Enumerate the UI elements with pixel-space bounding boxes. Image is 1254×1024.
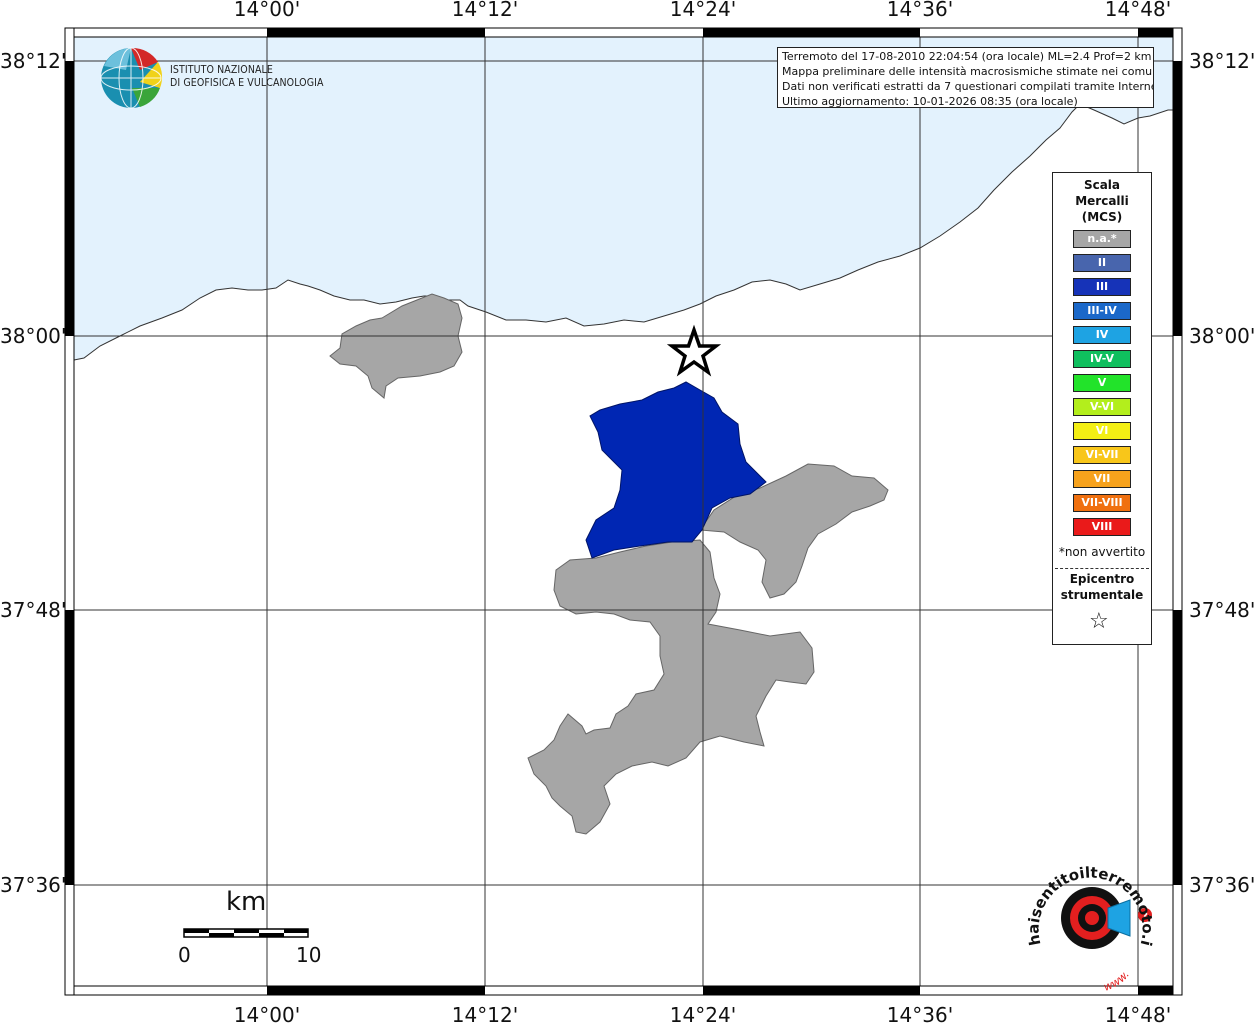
legend-item: V: [1073, 374, 1131, 392]
legend-title-line: Mercalli: [1075, 194, 1129, 208]
lat-label: 37°36': [1189, 873, 1254, 897]
legend-item: III: [1073, 278, 1131, 296]
lon-label: 14°36': [887, 0, 953, 21]
latitude-labels-right: 38°12' 38°00' 37°48' 37°36': [1189, 49, 1254, 897]
lon-label: 14°12': [452, 1003, 518, 1024]
intensity-legend: Scala Mercalli (MCS) n.a.* II III III-IV IV I…: [1052, 172, 1152, 645]
epicenter-legend-star-icon: ☆: [1089, 609, 1109, 634]
institute-line2: DI GEOFISICA E VULCANOLOGIA: [170, 77, 324, 89]
legend-item: III-IV: [1073, 302, 1131, 320]
legend-item: VII-VIII: [1073, 494, 1131, 512]
lon-label: 14°48': [1105, 1003, 1171, 1024]
lon-label: 14°24': [670, 1003, 736, 1024]
lon-label: 14°12': [452, 0, 518, 21]
legend-item: VI-VII: [1073, 446, 1131, 464]
lat-label: 38°12': [0, 49, 66, 73]
legend-item: V-VI: [1073, 398, 1131, 416]
lon-label: 14°48': [1105, 0, 1171, 21]
legend-title: Scala Mercalli (MCS): [1053, 177, 1151, 225]
scale-start: 0: [178, 943, 191, 967]
lat-label: 38°12': [1189, 49, 1254, 73]
lat-label: 38°00': [0, 324, 66, 348]
legend-epicenter-line: strumentale: [1060, 588, 1144, 602]
lat-label: 37°48': [1189, 598, 1254, 622]
legend-divider: [1055, 568, 1149, 569]
lat-label: 38°00': [1189, 324, 1254, 348]
scale-end: 10: [296, 943, 322, 967]
scale-unit: km: [226, 887, 267, 917]
event-info-line: Ultimo aggiornamento: 10-01-2026 08:35 (…: [782, 95, 1078, 108]
legend-epicenter-label: Epicentro strumentale: [1053, 571, 1151, 603]
legend-item: VIII: [1073, 518, 1131, 536]
legend-item: VI: [1073, 422, 1131, 440]
lon-label: 14°00': [234, 0, 300, 21]
lat-label: 37°36': [0, 873, 66, 897]
lon-label: 14°36': [887, 1003, 953, 1024]
scale-bar: [183, 928, 309, 938]
legend-title-line: (MCS): [1081, 210, 1123, 224]
institute-name: ISTITUTO NAZIONALE DI GEOFISICA E VULCAN…: [170, 64, 324, 90]
ingv-globe-icon: [100, 47, 163, 109]
event-info-line: Dati non verificati estratti da 7 questi…: [782, 80, 1154, 93]
event-info-box: Terremoto del 17-08-2010 22:04:54 (ora l…: [777, 47, 1154, 108]
legend-title-line: Scala: [1083, 178, 1121, 192]
lon-label: 14°00': [234, 1003, 300, 1024]
latitude-labels-left: 38°12' 38°00' 37°48' 37°36': [0, 49, 66, 897]
legend-item: IV-V: [1073, 350, 1131, 368]
longitude-labels-top: 14°00' 14°12' 14°24' 14°36' 14°48': [234, 0, 1171, 21]
legend-item: VII: [1073, 470, 1131, 488]
legend-item: n.a.*: [1073, 230, 1131, 248]
event-info-line: Terremoto del 17-08-2010 22:04:54 (ora l…: [782, 50, 1152, 63]
institute-line1: ISTITUTO NAZIONALE: [170, 64, 273, 76]
municipality-not-felt: [329, 293, 463, 399]
legend-item: II: [1073, 254, 1131, 272]
lat-label: 37°48': [0, 598, 66, 622]
legend-item: IV: [1073, 326, 1131, 344]
event-info-line: Mappa preliminare delle intensità macros…: [782, 65, 1154, 78]
legend-epicenter-line: Epicentro: [1069, 572, 1135, 586]
longitude-labels-bottom: 14°00' 14°12' 14°24' 14°36' 14°48': [234, 1003, 1171, 1024]
lon-label: 14°24': [670, 0, 736, 21]
legend-note: *non avvertito: [1058, 545, 1146, 559]
